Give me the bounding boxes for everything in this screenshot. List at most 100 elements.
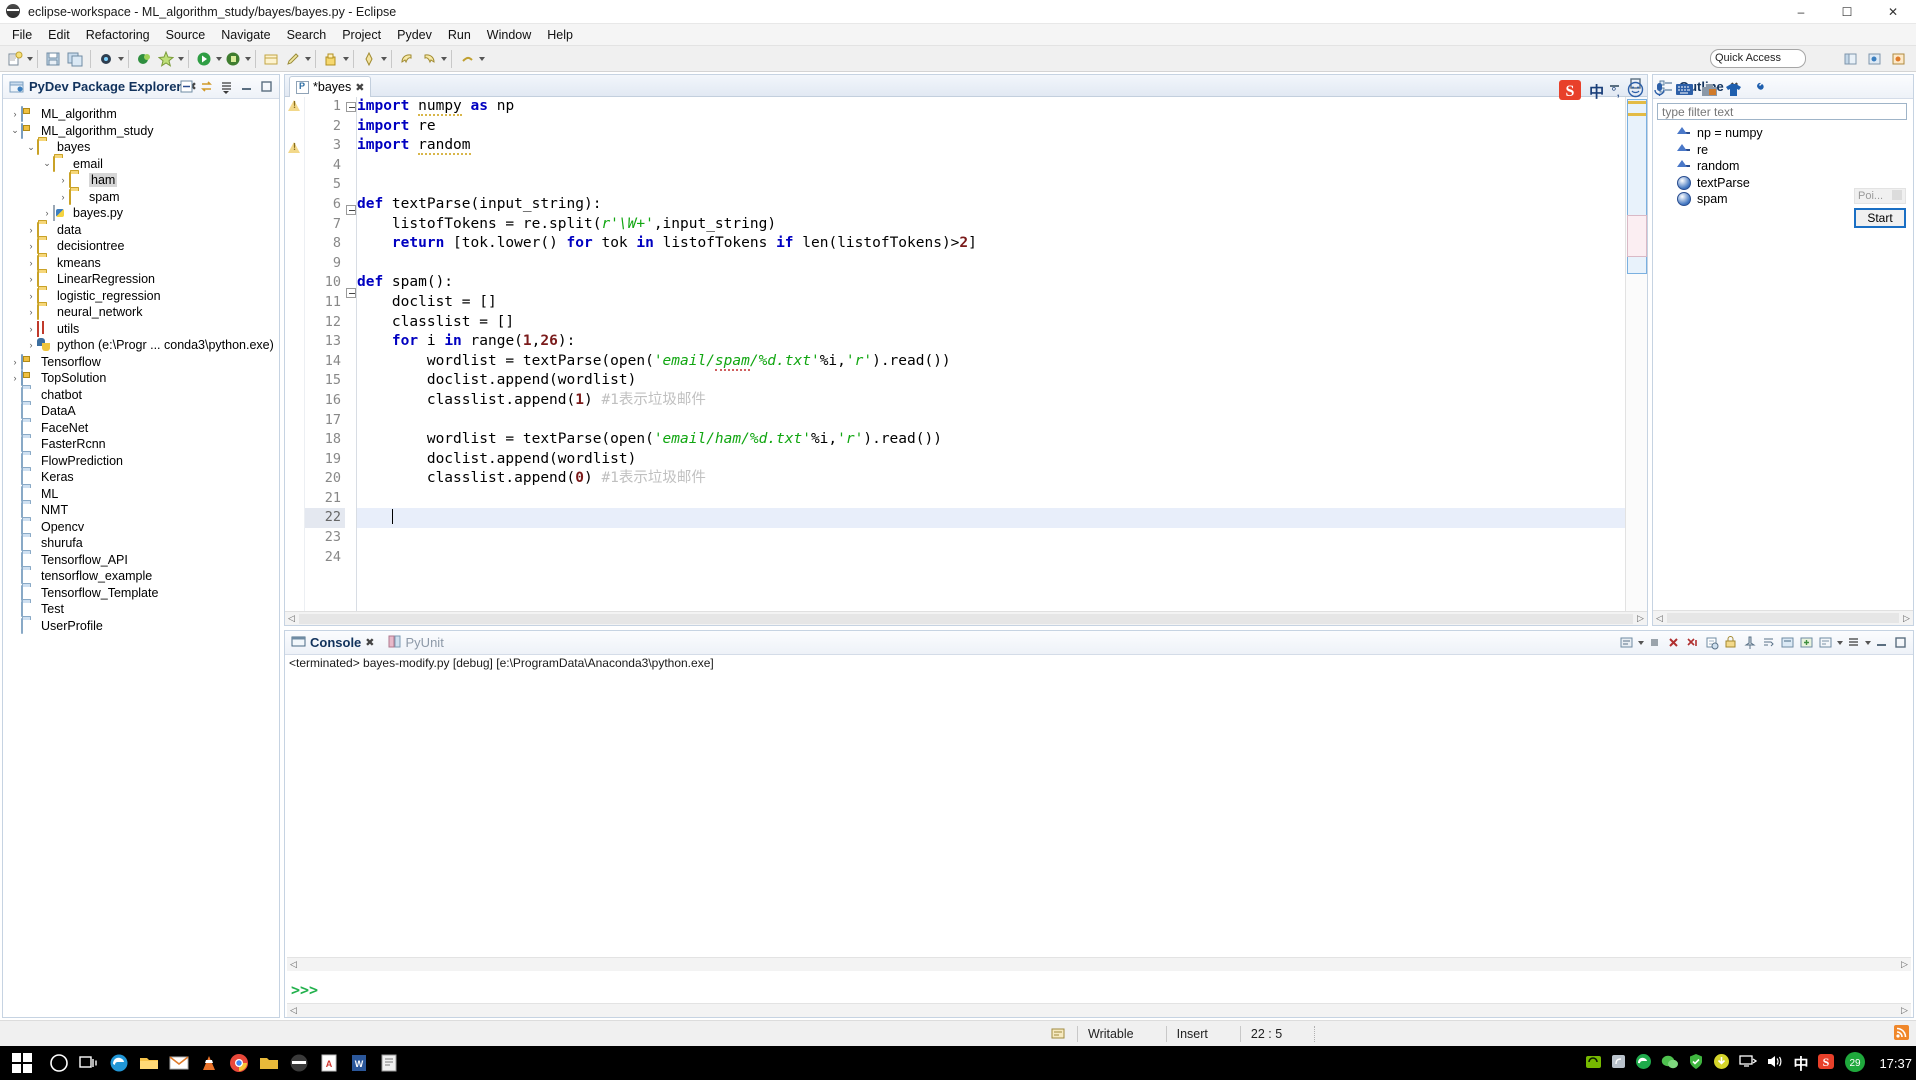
scroll-right-icon[interactable]: ▷: [1898, 959, 1911, 970]
scrollbar-track[interactable]: [300, 959, 1898, 970]
taskbar-clock[interactable]: 17:37: [1879, 1056, 1912, 1071]
tree-item-tensorflow_api[interactable]: Tensorflow_API: [3, 551, 279, 569]
editor-horizontal-scrollbar[interactable]: ◁ ▷: [285, 611, 1647, 625]
scroll-right-icon[interactable]: ▷: [1634, 613, 1647, 624]
minimize-view-icon[interactable]: [238, 78, 255, 95]
tree-item-ml[interactable]: ML: [3, 485, 279, 503]
sogou-icon[interactable]: S: [1558, 79, 1582, 104]
code-line[interactable]: [357, 489, 1625, 509]
fold-toggle-icon[interactable]: [345, 204, 356, 225]
warning-marker[interactable]: [285, 138, 304, 162]
tree-item-tensorflow_example[interactable]: tensorflow_example: [3, 568, 279, 585]
console-output[interactable]: [287, 677, 1911, 957]
code-line[interactable]: wordlist = textParse(open('email/spam/%d…: [357, 352, 1625, 372]
console-options-dropdown-icon[interactable]: [1837, 640, 1843, 645]
word-icon[interactable]: W: [344, 1046, 374, 1080]
emoji-icon[interactable]: [1627, 81, 1644, 101]
outline-filter-input[interactable]: type filter text: [1657, 103, 1907, 120]
toolbox-icon[interactable]: [1701, 82, 1718, 100]
new-console-view-icon[interactable]: [1798, 634, 1815, 651]
coverage-button[interactable]: [156, 49, 176, 69]
counter-badge[interactable]: 29: [1844, 1051, 1866, 1076]
search-dropdown-icon[interactable]: [381, 56, 387, 61]
code-line[interactable]: import re: [357, 117, 1625, 137]
outline-item-re[interactable]: re: [1653, 142, 1913, 159]
chevron-right-icon[interactable]: ›: [25, 307, 37, 317]
folding-ruler[interactable]: [345, 97, 357, 611]
chevron-right-icon[interactable]: ›: [57, 192, 69, 202]
package-explorer-tree[interactable]: › ML_algorithm ⌄ ML_algorithm_study ⌄ bayes ⌄ e…: [3, 100, 279, 1017]
editor-tab-close-icon[interactable]: ✖: [355, 81, 364, 94]
security-icon[interactable]: [1688, 1053, 1704, 1073]
scroll-right-icon[interactable]: ▷: [1900, 613, 1913, 624]
menu-project[interactable]: Project: [334, 26, 389, 44]
save-button[interactable]: [43, 49, 63, 69]
code-line[interactable]: [357, 156, 1625, 176]
chevron-right-icon[interactable]: ›: [9, 357, 21, 367]
ime-mode-label[interactable]: 中: [1589, 81, 1604, 102]
update-icon[interactable]: [1713, 1053, 1730, 1073]
menu-refactoring[interactable]: Refactoring: [78, 26, 158, 44]
link-with-editor-icon[interactable]: [198, 78, 215, 95]
run-button[interactable]: [194, 49, 214, 69]
outline-item-np-numpy[interactable]: np = numpy: [1653, 125, 1913, 142]
tree-item-python-e-progr-...-conda3-python.exe-[interactable]: › python (e:\Progr ... conda3\python.exe): [3, 337, 279, 354]
file-explorer-icon[interactable]: [134, 1046, 164, 1080]
debug-dropdown-icon[interactable]: [118, 56, 124, 61]
annotation-ruler[interactable]: [285, 96, 305, 611]
tree-item-chatbot[interactable]: chatbot: [3, 386, 279, 404]
word-wrap-icon[interactable]: [1760, 634, 1777, 651]
scrollbar-thumb[interactable]: [1667, 613, 1899, 623]
scroll-left-icon[interactable]: ◁: [287, 1005, 300, 1016]
punctuation-icon[interactable]: °,: [1611, 84, 1620, 99]
menu-window[interactable]: Window: [479, 26, 539, 44]
maximize-view-icon[interactable]: [258, 78, 275, 95]
previous-annotation-dropdown-icon[interactable]: [479, 56, 485, 61]
overview-ruler[interactable]: [1625, 97, 1647, 611]
chevron-right-icon[interactable]: ›: [25, 291, 37, 301]
console-dropdown-icon[interactable]: [1638, 640, 1644, 645]
run-external-tools-button[interactable]: [134, 49, 154, 69]
menu-run[interactable]: Run: [440, 26, 479, 44]
quick-access-input[interactable]: Quick Access: [1710, 49, 1806, 68]
view-menu-icon[interactable]: [218, 78, 235, 95]
scrollbar-thumb[interactable]: [299, 613, 1633, 624]
tree-item-dataa[interactable]: DataA: [3, 403, 279, 420]
new-wizard-dropdown-icon[interactable]: [27, 56, 33, 61]
edge-icon[interactable]: [104, 1046, 134, 1080]
folder-icon[interactable]: [254, 1046, 284, 1080]
tree-item-facenet[interactable]: FaceNet: [3, 419, 279, 437]
start-button[interactable]: Start: [1854, 208, 1906, 228]
terminate-icon[interactable]: [1646, 634, 1663, 651]
code-line[interactable]: doclist.append(wordlist): [357, 450, 1625, 470]
console-options-icon[interactable]: [1817, 634, 1834, 651]
scroll-left-icon[interactable]: ◁: [287, 959, 300, 970]
menu-search[interactable]: Search: [279, 26, 335, 44]
minimize-button[interactable]: –: [1778, 0, 1824, 24]
sogou-tray-icon[interactable]: S: [1817, 1053, 1835, 1073]
code-line[interactable]: for i in range(1,26):: [357, 332, 1625, 352]
previous-annotation-button[interactable]: [457, 49, 477, 69]
outline-horizontal-scrollbar[interactable]: ◁ ▷: [1653, 610, 1913, 625]
back-button[interactable]: [397, 49, 417, 69]
chevron-right-icon[interactable]: ›: [25, 225, 37, 235]
chevron-right-icon[interactable]: ›: [25, 241, 37, 251]
open-perspective-button[interactable]: [1841, 49, 1861, 69]
chevron-right-icon[interactable]: ›: [41, 208, 53, 218]
code-line[interactable]: listofTokens = re.split(r'\W+',input_str…: [357, 215, 1625, 235]
code-line[interactable]: classlist.append(0) #1表示垃圾邮件: [357, 469, 1625, 489]
vlc-icon[interactable]: [194, 1046, 224, 1080]
maximize-button[interactable]: ☐: [1824, 0, 1870, 24]
tree-item-fasterrcnn[interactable]: FasterRcnn: [3, 436, 279, 453]
chevron-right-icon[interactable]: ›: [9, 373, 21, 383]
code-line[interactable]: wordlist = textParse(open('email/ham/%d.…: [357, 430, 1625, 450]
fold-toggle-icon[interactable]: [345, 288, 356, 308]
code-line[interactable]: [357, 175, 1625, 195]
keyboard-icon[interactable]: [1675, 82, 1694, 100]
code-line[interactable]: [357, 254, 1625, 274]
code-line[interactable]: def textParse(input_string):: [357, 195, 1625, 215]
remove-console-icon[interactable]: [1665, 634, 1682, 651]
collapse-all-icon[interactable]: [178, 78, 195, 95]
debug-run-button[interactable]: [223, 49, 243, 69]
tree-item-shurufa[interactable]: shurufa: [3, 535, 279, 552]
